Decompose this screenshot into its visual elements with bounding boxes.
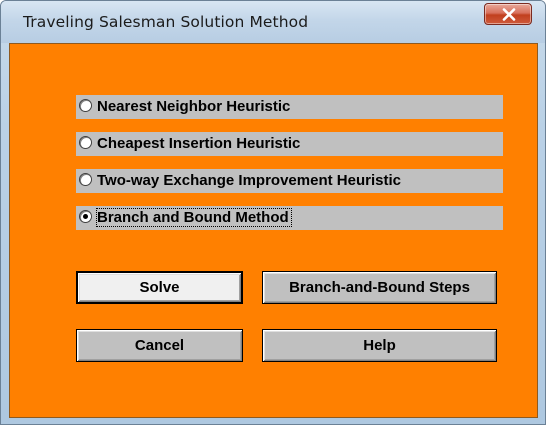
help-button[interactable]: Help bbox=[262, 329, 497, 362]
close-x-icon bbox=[502, 8, 516, 21]
cancel-button[interactable]: Cancel bbox=[76, 329, 243, 362]
option-cheapest-insertion[interactable]: Cheapest Insertion Heuristic bbox=[76, 132, 503, 156]
dialog-client-area: Nearest Neighbor Heuristic Cheapest Inse… bbox=[9, 43, 538, 418]
solve-button[interactable]: Solve bbox=[76, 271, 243, 304]
radio-dot bbox=[83, 214, 88, 219]
option-label: Nearest Neighbor Heuristic bbox=[97, 98, 291, 115]
radio-empty-icon[interactable] bbox=[79, 99, 92, 112]
dialog-window: Traveling Salesman Solution Method Neare… bbox=[0, 0, 546, 425]
branch-and-bound-steps-button[interactable]: Branch-and-Bound Steps bbox=[262, 271, 497, 304]
option-label: Two-way Exchange Improvement Heuristic bbox=[97, 172, 401, 189]
title-bar[interactable]: Traveling Salesman Solution Method bbox=[1, 1, 545, 43]
option-label: Branch and Bound Method bbox=[96, 208, 292, 227]
radio-filled-icon[interactable] bbox=[79, 210, 92, 223]
option-nearest-neighbor[interactable]: Nearest Neighbor Heuristic bbox=[76, 95, 503, 119]
option-branch-and-bound[interactable]: Branch and Bound Method bbox=[76, 206, 503, 230]
window-title: Traveling Salesman Solution Method bbox=[23, 13, 309, 31]
radio-empty-icon[interactable] bbox=[79, 173, 92, 186]
option-label: Cheapest Insertion Heuristic bbox=[97, 135, 301, 152]
radio-empty-icon[interactable] bbox=[79, 136, 92, 149]
option-two-way-exchange[interactable]: Two-way Exchange Improvement Heuristic bbox=[76, 169, 503, 193]
close-button[interactable] bbox=[484, 3, 532, 25]
